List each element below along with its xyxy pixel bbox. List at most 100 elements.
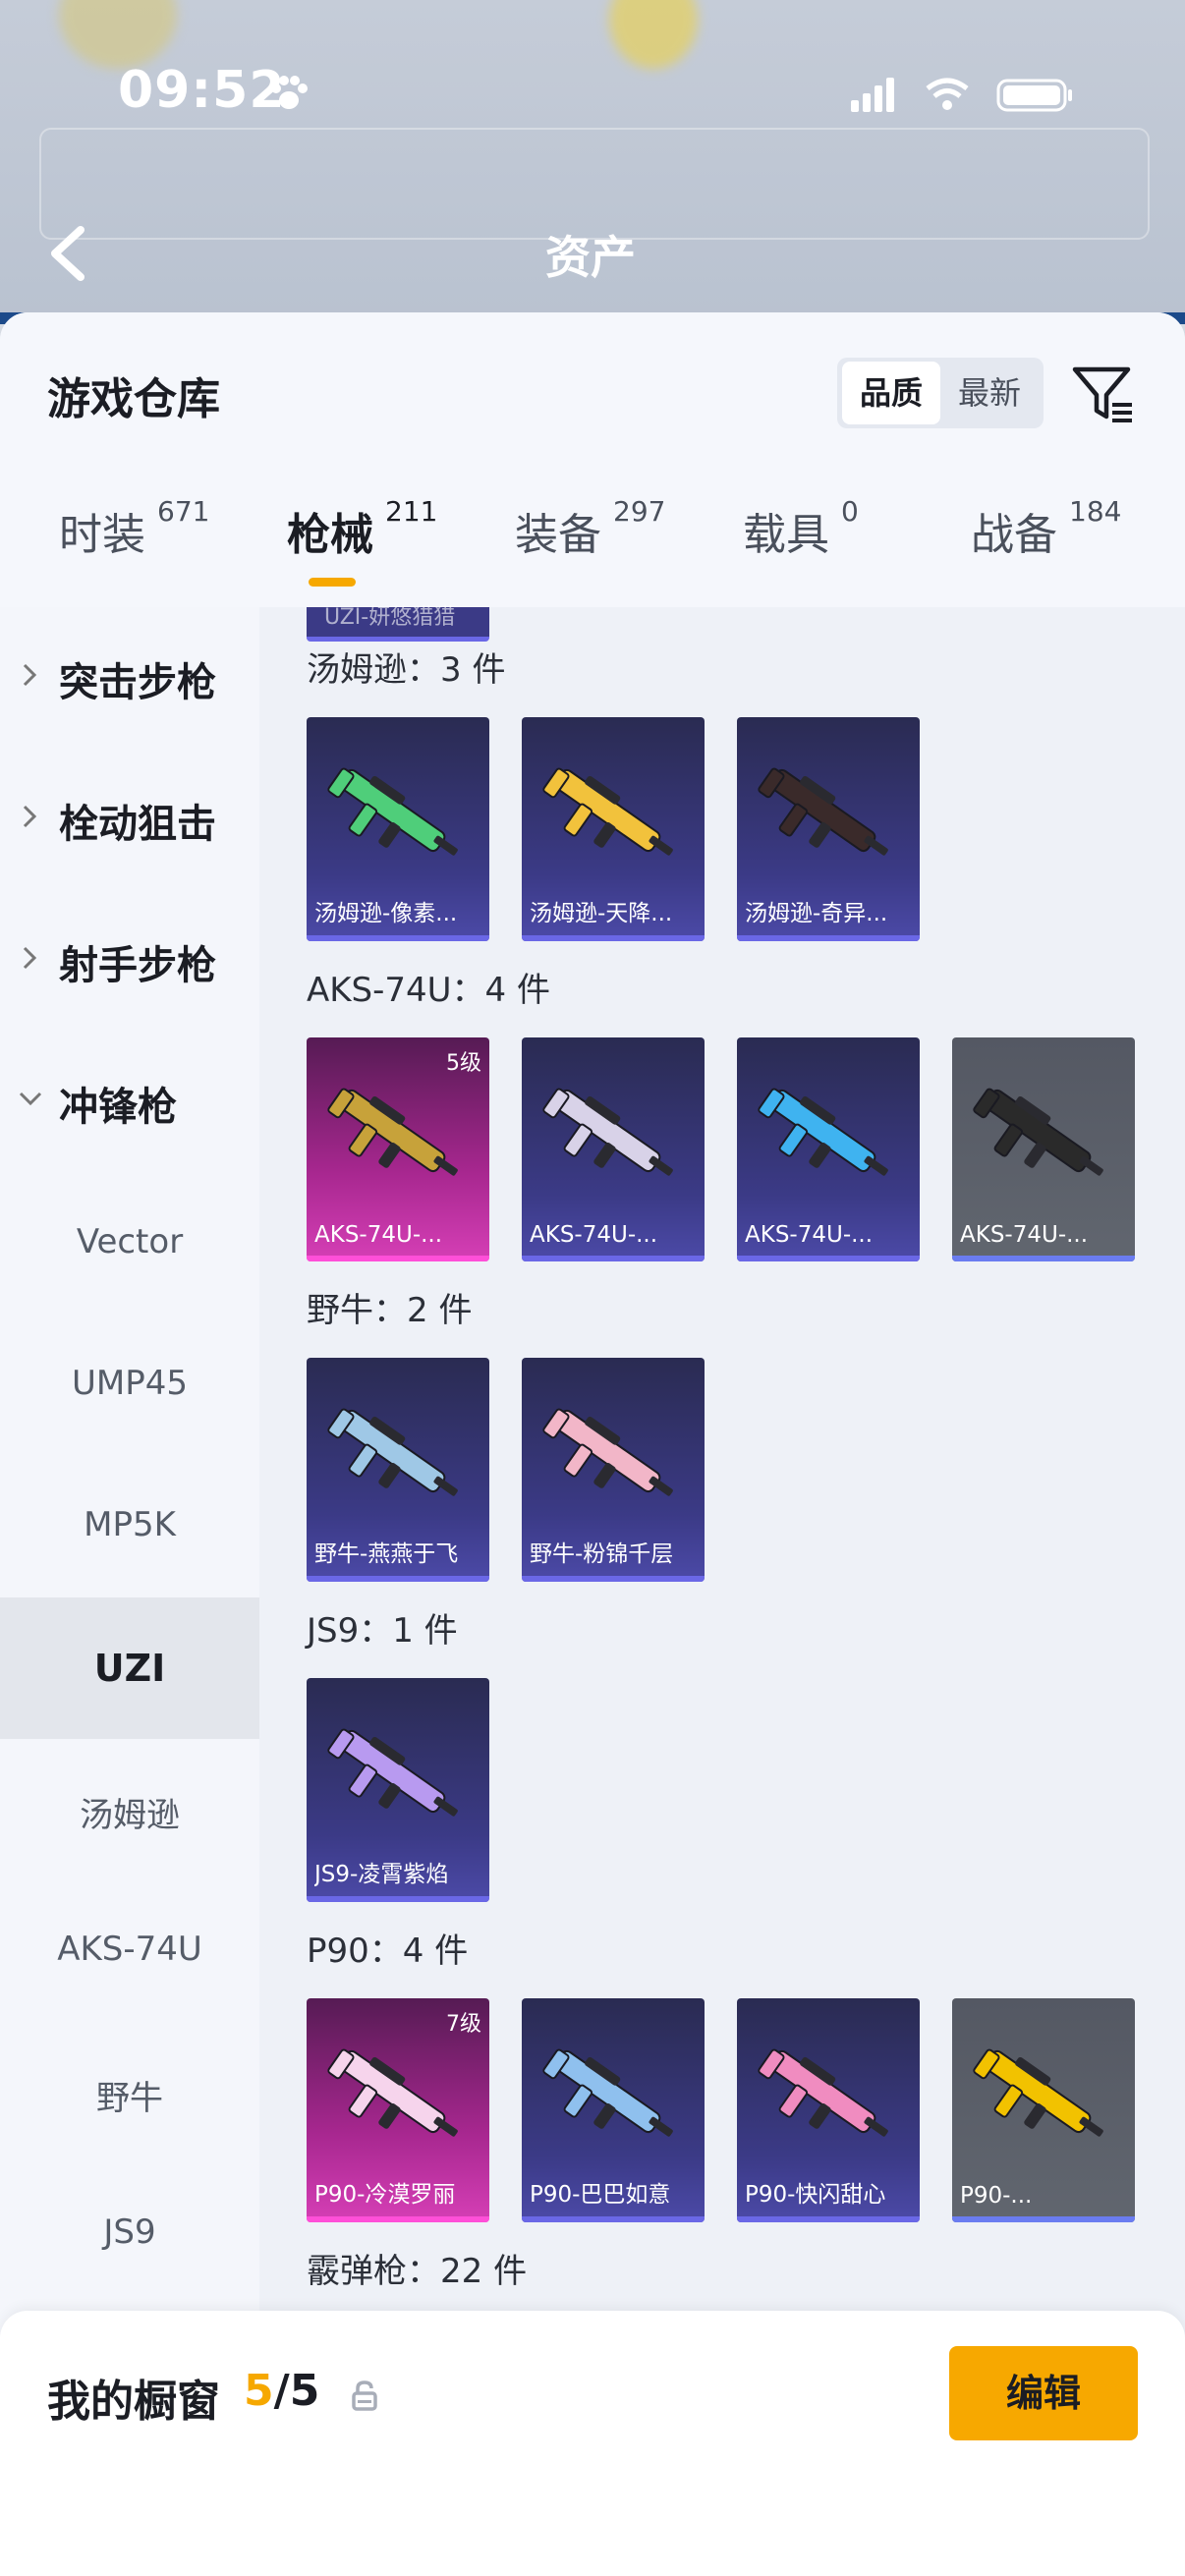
rarity-bar	[522, 935, 705, 941]
sidebar-item-bizon[interactable]: 野牛	[0, 2022, 259, 2163]
section-title: 野牛：2 件	[307, 1291, 473, 1330]
weapon-card[interactable]: JS9-凌霄紫焰	[307, 1678, 489, 1902]
weapon-card[interactable]: P90-快闪甜心	[737, 1998, 920, 2222]
sidebar-item-js9[interactable]: JS9	[0, 2163, 259, 2305]
nav-header: 资产	[0, 206, 1185, 295]
weapon-name: P90-快闪甜心	[745, 2182, 886, 2208]
back-arrow-icon[interactable]	[43, 224, 92, 283]
tab-firearms[interactable]: 枪械 211	[287, 495, 437, 607]
rarity-bar	[307, 1256, 489, 1261]
weapon-type-sidebar: 突击步枪 栓动狙击 射手步枪 冲锋枪 Vector UMP45 MP5K UZI…	[0, 607, 259, 2576]
weapon-card[interactable]: 7级 P90-冷漠罗丽	[307, 1998, 489, 2222]
chevron-right-icon	[23, 663, 37, 687]
weapon-name: 野牛-粉锦千层	[530, 1541, 674, 1567]
rarity-bar	[307, 1896, 489, 1902]
weapon-skin-image	[973, 2048, 1103, 2137]
weapon-skin-image	[542, 1408, 673, 1496]
rarity-bar	[952, 2216, 1135, 2222]
filter-icon[interactable]	[1071, 364, 1136, 426]
category-tabs: 时装 671 枪械 211 装备 297 载具 0 战备 184	[0, 495, 1185, 607]
rarity-bar	[522, 2216, 705, 2222]
weapon-card[interactable]: 5级 AKS-74U-...	[307, 1037, 489, 1261]
sidebar-item-uzi[interactable]: UZI	[0, 1597, 259, 1739]
rarity-bar	[952, 1256, 1135, 1261]
status-time: 09:52	[118, 61, 286, 120]
rarity-bar	[522, 1576, 705, 1582]
weapon-card[interactable]: AKS-74U-...	[522, 1037, 705, 1261]
sidebar-item-vector[interactable]: Vector	[0, 1173, 259, 1315]
sidebar-item-aks74u[interactable]: AKS-74U	[0, 1880, 259, 2022]
weapon-name: 汤姆逊-像素...	[314, 901, 458, 926]
sidebar-group-bolt-sniper[interactable]: 栓动狙击	[0, 749, 259, 890]
section-title: AKS-74U：4 件	[307, 971, 550, 1010]
page-title: 资产	[545, 231, 636, 284]
weapon-card[interactable]: 野牛-燕燕于飞	[307, 1358, 489, 1582]
signal-icon	[851, 100, 859, 112]
weapon-card[interactable]: AKS-74U-...	[952, 1037, 1135, 1261]
weapon-name: AKS-74U-...	[314, 1222, 443, 1248]
weapon-level-badge: 7级	[446, 2012, 481, 2037]
blurred-backdrop: 09:52 资产	[0, 0, 1185, 324]
weapon-skin-image	[758, 1088, 888, 1176]
status-bar: 09:52	[0, 61, 1185, 130]
sort-by-quality[interactable]: 品质	[842, 362, 940, 424]
weapon-skin-image	[973, 1088, 1103, 1176]
tab-fashion[interactable]: 时装 671	[59, 495, 209, 607]
tab-vehicles[interactable]: 载具 0	[743, 495, 859, 607]
tab-supplies[interactable]: 战备 184	[971, 495, 1121, 607]
weapon-card[interactable]: 汤姆逊-奇异...	[737, 717, 920, 941]
chevron-right-icon	[23, 805, 37, 828]
weapon-name: AKS-74U-...	[530, 1222, 658, 1248]
chevron-right-icon	[23, 946, 37, 970]
sidebar-group-marksman-rifle[interactable]: 射手步枪	[0, 890, 259, 1032]
tab-equipment[interactable]: 装备 297	[515, 495, 665, 607]
active-tab-indicator	[309, 578, 356, 587]
weapon-name: AKS-74U-...	[745, 1222, 874, 1248]
weapon-skin-image	[542, 767, 673, 856]
backdrop-avatar	[609, 0, 698, 69]
weapon-card[interactable]: P90-...	[952, 1998, 1135, 2222]
section-title: P90：4 件	[307, 1932, 469, 1971]
sidebar-group-smg[interactable]: 冲锋枪	[0, 1032, 259, 1173]
weapon-card[interactable]: 汤姆逊-天降...	[522, 717, 705, 941]
weapon-card[interactable]: 野牛-粉锦千层	[522, 1358, 705, 1582]
section-title: 汤姆逊：3 件	[307, 650, 506, 690]
rarity-bar	[307, 1576, 489, 1582]
weapon-name: 汤姆逊-天降...	[530, 901, 673, 926]
sort-by-newest[interactable]: 最新	[940, 362, 1039, 424]
weapon-card[interactable]: 汤姆逊-像素...	[307, 717, 489, 941]
weapon-card-partial[interactable]: UZI-妍悠猎猎	[307, 605, 489, 642]
weapon-skin-image	[758, 767, 888, 856]
warehouse-title: 游戏仓库	[47, 374, 220, 424]
showcase-title: 我的橱窗	[47, 2377, 220, 2427]
section-title: 霰弹枪：22 件	[307, 2252, 528, 2291]
warehouse-sheet: 游戏仓库 品质 最新 时装 671 枪械 211 装备 297 载具 0 战备 …	[0, 312, 1185, 2576]
rarity-bar	[307, 2216, 489, 2222]
weapon-name: P90-...	[960, 2183, 1033, 2209]
weapon-name: AKS-74U-...	[960, 1222, 1089, 1248]
weapon-skin-image	[327, 1408, 458, 1496]
weapon-name: P90-巴巴如意	[530, 2182, 671, 2208]
sidebar-item-mp5k[interactable]: MP5K	[0, 1456, 259, 1597]
sidebar-group-assault-rifle[interactable]: 突击步枪	[0, 607, 259, 749]
warehouse-header: 游戏仓库 品质 最新 时装 671 枪械 211 装备 297 载具 0 战备 …	[0, 312, 1185, 607]
sort-toggle: 品质 最新	[837, 358, 1044, 428]
lock-icon	[352, 2380, 377, 2411]
edit-button[interactable]: 编辑	[949, 2346, 1138, 2440]
showcase-count: 5/5	[244, 2366, 320, 2416]
weapon-name: 野牛-燕燕于飞	[314, 1541, 459, 1567]
weapon-grid: UZI-妍悠猎猎 汤姆逊：3 件汤姆逊-像素... 汤姆逊-天降... 汤姆逊-奇异…	[259, 605, 1185, 2576]
sidebar-item-ump45[interactable]: UMP45	[0, 1315, 259, 1456]
status-icons	[851, 78, 1072, 112]
section-title: JS9：1 件	[307, 1611, 458, 1651]
wifi-icon	[926, 78, 969, 91]
sidebar-item-thompson[interactable]: 汤姆逊	[0, 1739, 259, 1880]
weapon-skin-image	[327, 1088, 458, 1176]
rarity-bar	[737, 2216, 920, 2222]
rarity-bar	[522, 1256, 705, 1261]
rarity-bar	[737, 1256, 920, 1261]
paw-icon	[271, 76, 308, 109]
weapon-card[interactable]: AKS-74U-...	[737, 1037, 920, 1261]
weapon-name: P90-冷漠罗丽	[314, 2182, 456, 2208]
weapon-card[interactable]: P90-巴巴如意	[522, 1998, 705, 2222]
